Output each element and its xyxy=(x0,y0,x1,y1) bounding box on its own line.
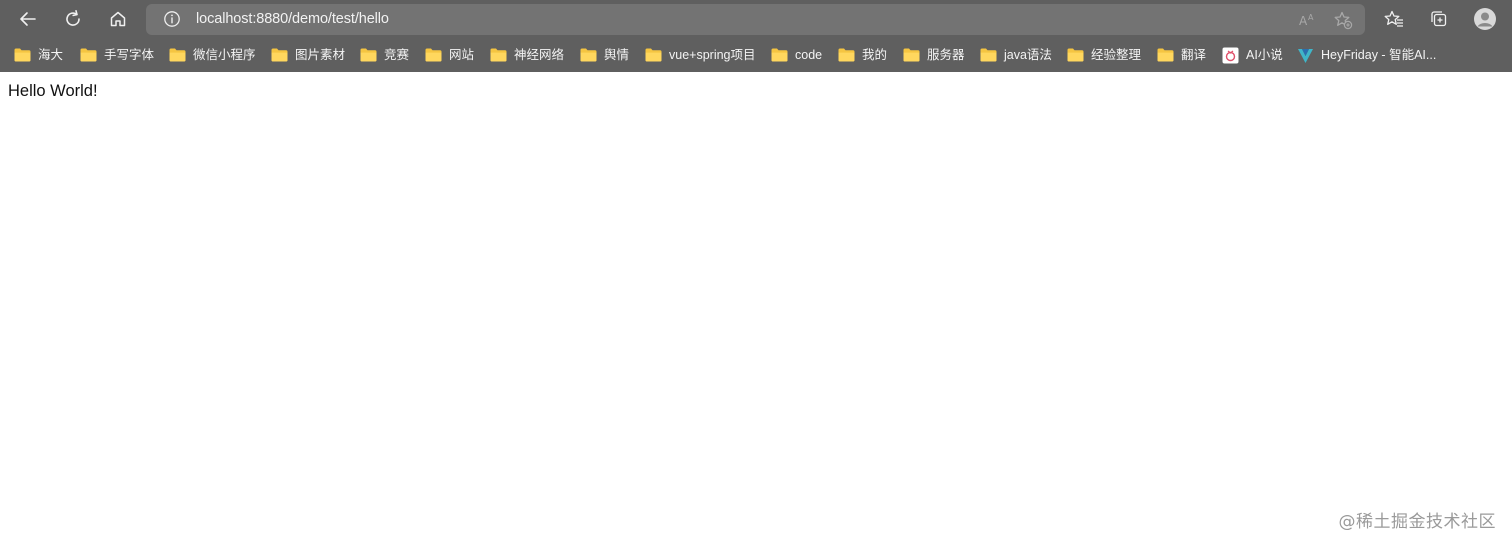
home-icon xyxy=(110,11,126,27)
bookmark-label: vue+spring项目 xyxy=(669,48,756,62)
favorites-icon xyxy=(1384,10,1403,27)
ai-novel-icon xyxy=(1222,47,1239,63)
bookmark-item[interactable]: 海大 xyxy=(14,46,63,64)
browser-window: localhost:8880/demo/test/hello A A 海大 手写… xyxy=(0,0,1512,546)
bookmark-label: 翻译 xyxy=(1181,48,1207,62)
profile-button[interactable] xyxy=(1470,4,1500,34)
svg-text:A: A xyxy=(1299,14,1308,28)
bookmark-label: 手写字体 xyxy=(104,48,155,62)
folder-icon xyxy=(169,48,186,62)
collections-icon xyxy=(1431,11,1447,27)
folder-icon xyxy=(645,48,662,62)
bookmark-item[interactable]: vue+spring项目 xyxy=(645,46,756,64)
refresh-button[interactable] xyxy=(58,4,88,34)
folder-icon xyxy=(771,48,788,62)
profile-icon xyxy=(1474,8,1496,30)
bookmark-item[interactable]: 微信小程序 xyxy=(169,46,256,64)
bookmark-item[interactable]: 神经网络 xyxy=(490,46,564,64)
bookmark-label: 网站 xyxy=(449,48,475,62)
watermark: @稀土掘金技术社区 xyxy=(1338,512,1496,532)
bookmark-label: AI小说 xyxy=(1246,48,1283,62)
folder-icon xyxy=(903,48,920,62)
bookmark-item[interactable]: 竞赛 xyxy=(360,46,409,64)
bookmark-item[interactable]: HeyFriday - 智能AI... xyxy=(1297,46,1436,64)
back-button[interactable] xyxy=(13,4,43,34)
read-aloud-icon[interactable]: A A xyxy=(1297,10,1317,30)
heyfriday-icon xyxy=(1298,48,1313,63)
star-add-icon[interactable] xyxy=(1333,10,1353,30)
bookmark-label: 神经网络 xyxy=(514,48,565,62)
bookmark-label: code xyxy=(795,48,823,62)
arrow-left-icon xyxy=(20,12,36,26)
browser-toolbar: localhost:8880/demo/test/hello A A xyxy=(0,0,1512,38)
bookmark-item[interactable]: 图片素材 xyxy=(271,46,345,64)
bookmark-label: 竞赛 xyxy=(384,48,410,62)
bookmark-item[interactable]: 手写字体 xyxy=(80,46,154,64)
bookmark-label: HeyFriday - 智能AI... xyxy=(1321,48,1437,62)
folder-icon xyxy=(580,48,597,62)
address-bar[interactable]: localhost:8880/demo/test/hello A A xyxy=(146,4,1365,35)
bookmark-item[interactable]: AI小说 xyxy=(1222,46,1283,64)
bookmark-label: 我的 xyxy=(862,48,888,62)
bookmark-item[interactable]: 舆情 xyxy=(580,46,629,64)
folder-icon xyxy=(838,48,855,62)
bookmark-label: 舆情 xyxy=(604,48,630,62)
info-icon[interactable] xyxy=(163,10,181,28)
bookmark-item[interactable]: code xyxy=(771,46,822,64)
folder-icon xyxy=(980,48,997,62)
collections-button[interactable] xyxy=(1424,4,1454,34)
folder-icon xyxy=(271,48,288,62)
bookmark-item[interactable]: java语法 xyxy=(980,46,1052,64)
url-text[interactable]: localhost:8880/demo/test/hello xyxy=(196,10,389,28)
bookmark-label: 海大 xyxy=(38,48,64,62)
bookmark-item[interactable]: 我的 xyxy=(838,46,887,64)
folder-icon xyxy=(1067,48,1084,62)
bookmark-label: 服务器 xyxy=(927,48,965,62)
favorites-button[interactable] xyxy=(1379,4,1409,34)
folder-icon xyxy=(425,48,442,62)
bookmark-item[interactable]: 网站 xyxy=(425,46,474,64)
folder-icon xyxy=(1157,48,1174,62)
home-button[interactable] xyxy=(103,4,133,34)
bookmark-label: 微信小程序 xyxy=(193,48,256,62)
folder-icon xyxy=(80,48,97,62)
page-content: Hello World! @稀土掘金技术社区 xyxy=(0,72,1512,546)
folder-icon xyxy=(14,48,31,62)
bookmark-label: 图片素材 xyxy=(295,48,346,62)
bookmarks-bar: 海大 手写字体 微信小程序 图片素材 竞赛 网站 神经网络 舆情 vue+spring项目 cod… xyxy=(0,38,1512,72)
bookmark-item[interactable]: 经验整理 xyxy=(1067,46,1141,64)
refresh-icon xyxy=(66,10,80,26)
page-body-text: Hello World! xyxy=(8,82,98,100)
bookmark-item[interactable]: 翻译 xyxy=(1157,46,1206,64)
folder-icon xyxy=(360,48,377,62)
bookmark-label: 经验整理 xyxy=(1091,48,1142,62)
bookmark-item[interactable]: 服务器 xyxy=(903,46,965,64)
svg-text:A: A xyxy=(1308,13,1314,22)
folder-icon xyxy=(490,48,507,62)
bookmark-label: java语法 xyxy=(1004,48,1052,62)
